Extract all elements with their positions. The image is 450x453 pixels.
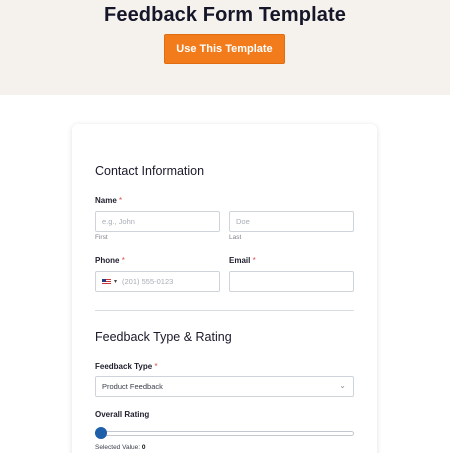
selected-value-text: Selected Value: 0 — [95, 444, 146, 451]
name-label: Name * — [95, 196, 123, 205]
chevron-down-icon: ⌄ — [339, 381, 346, 390]
caret-down-icon[interactable]: ▾ — [114, 278, 117, 285]
required-marker: * — [121, 256, 125, 265]
selected-value-number: 0 — [141, 444, 146, 451]
feedback-type-label: Feedback Type * — [95, 362, 158, 371]
phone-input[interactable]: ▾ (201) 555-0123 — [95, 271, 220, 292]
first-name-input[interactable]: e.g., John — [95, 211, 220, 232]
feedback-section-title: Feedback Type & Rating — [95, 330, 232, 344]
phone-label: Phone * — [95, 256, 125, 265]
required-marker: * — [119, 196, 123, 205]
feedback-type-select[interactable]: Product Feedback ⌄ — [95, 376, 354, 397]
section-divider — [95, 310, 354, 311]
contact-section-title: Contact Information — [95, 164, 205, 178]
rating-slider-track[interactable] — [95, 431, 354, 436]
last-sublabel: Last — [229, 234, 242, 241]
overall-rating-label: Overall Rating — [95, 410, 150, 419]
email-label: Email * — [229, 256, 256, 265]
us-flag-icon[interactable] — [102, 278, 111, 285]
hero-banner: Feedback Form Template Use This Template — [0, 0, 450, 95]
page-title: Feedback Form Template — [104, 4, 346, 26]
required-marker: * — [154, 362, 158, 371]
email-input[interactable] — [229, 271, 354, 292]
rating-slider-thumb[interactable] — [95, 427, 107, 439]
last-name-input[interactable]: Doe — [229, 211, 354, 232]
use-template-button[interactable]: Use This Template — [164, 34, 285, 64]
first-sublabel: First — [95, 234, 108, 241]
required-marker: * — [252, 256, 256, 265]
